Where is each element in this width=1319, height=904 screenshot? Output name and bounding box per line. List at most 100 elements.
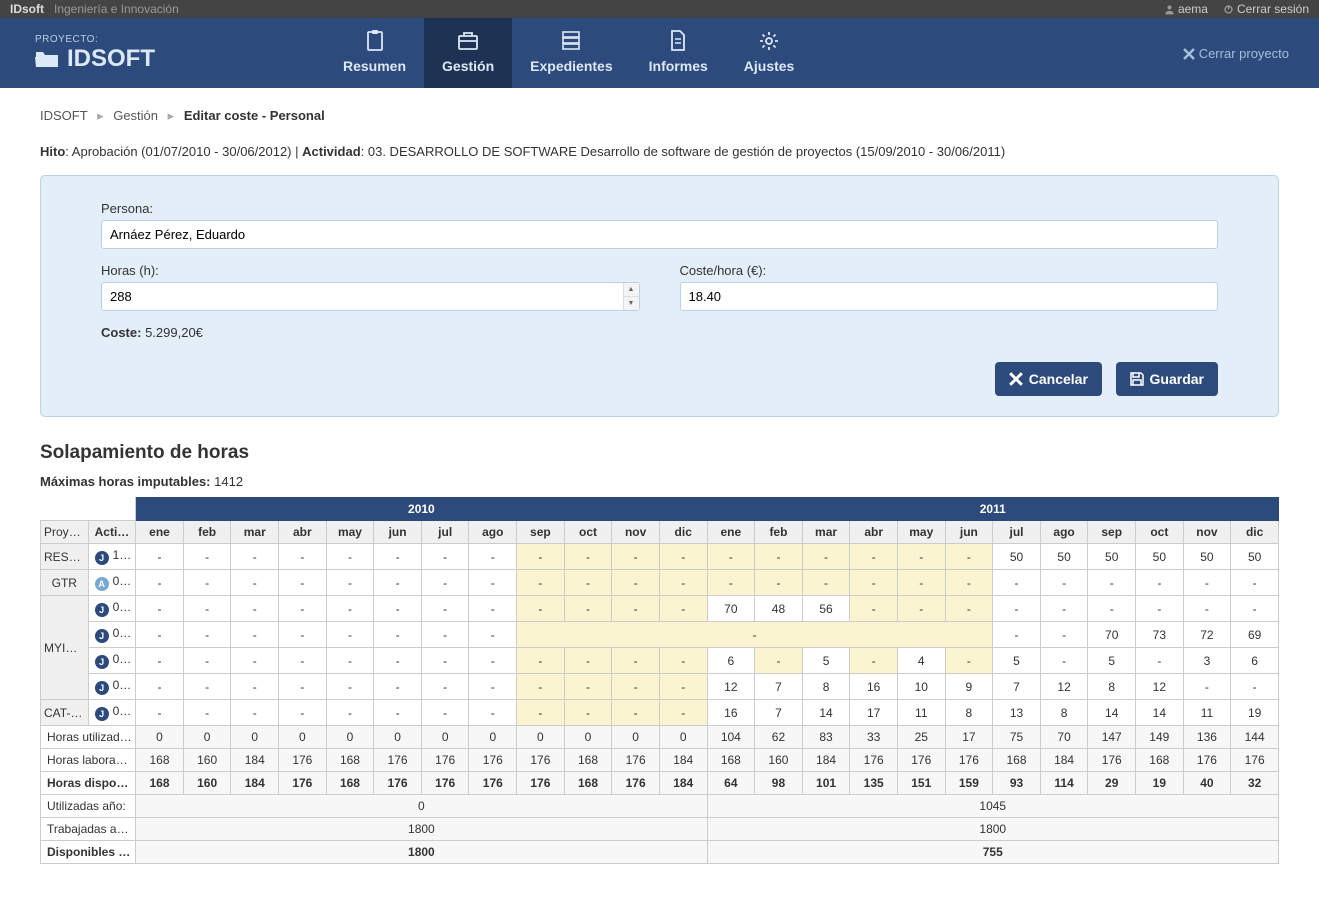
cell: - (612, 570, 660, 596)
cell: - (755, 544, 803, 570)
cell: 176 (897, 749, 945, 772)
project-title: IDSOFT (35, 45, 155, 73)
cell-project: REST D-2014 (41, 544, 89, 570)
cell: 104 (707, 726, 755, 749)
cell: - (659, 544, 707, 570)
cell: 12 (1136, 674, 1184, 700)
nav-ajustes[interactable]: Ajustes (726, 18, 813, 88)
cell-activity: J06. GESTIÓN (88, 648, 136, 674)
cell: 0 (612, 726, 660, 749)
cell: 11 (1183, 700, 1231, 726)
cell: - (136, 674, 184, 700)
cell: - (564, 570, 612, 596)
cell: 176 (374, 772, 422, 795)
cell: - (231, 622, 279, 648)
cell: - (326, 544, 374, 570)
breadcrumb-current: Editar coste - Personal (184, 108, 325, 123)
cell: - (183, 648, 231, 674)
cell: 56 (802, 596, 850, 622)
logout-link[interactable]: Cerrar sesión (1223, 2, 1309, 16)
col-month: mar (802, 521, 850, 544)
cell: - (802, 544, 850, 570)
cell: - (1231, 596, 1279, 622)
table-row: J06. GESTIÓN------------6-5-4-5-5-36 (41, 648, 1279, 674)
badge-icon: J (95, 655, 109, 669)
cell: - (517, 570, 565, 596)
year-summary-row: Utilizadas año:01045 (41, 795, 1279, 818)
cell: 98 (755, 772, 803, 795)
nav-informes[interactable]: Informes (631, 18, 726, 88)
table-row: J03. DESARR...-----------70737269 (41, 622, 1279, 648)
cell: 50 (1040, 544, 1088, 570)
cell: - (1231, 674, 1279, 700)
user-link[interactable]: aema (1164, 2, 1208, 16)
col-month: oct (564, 521, 612, 544)
breadcrumb-item[interactable]: Gestión (113, 108, 158, 123)
persona-input[interactable] (101, 220, 1218, 249)
breadcrumb-item[interactable]: IDSOFT (40, 108, 87, 123)
cell: 114 (1040, 772, 1088, 795)
cell: - (469, 544, 517, 570)
cell: 184 (231, 749, 279, 772)
save-button[interactable]: Guardar (1116, 362, 1218, 396)
cell: - (564, 544, 612, 570)
col-month: ene (707, 521, 755, 544)
cell: - (374, 596, 422, 622)
cell-project: MYID-SOFT (41, 596, 89, 700)
badge-icon: J (95, 551, 109, 565)
cell: 0 (136, 726, 184, 749)
cell: - (945, 648, 993, 674)
cell: - (755, 570, 803, 596)
cell: - (469, 570, 517, 596)
horas-input[interactable] (101, 282, 640, 311)
close-project[interactable]: Cerrar proyecto (1183, 46, 1289, 61)
cell: 184 (659, 749, 707, 772)
col-month: nov (1183, 521, 1231, 544)
cell: - (279, 622, 327, 648)
cell: - (183, 700, 231, 726)
cell: - (183, 544, 231, 570)
cell: - (945, 570, 993, 596)
cell: - (564, 674, 612, 700)
spin-down[interactable]: ▼ (624, 297, 639, 310)
cell: 160 (183, 772, 231, 795)
cell: 8 (1088, 674, 1136, 700)
spin-up[interactable]: ▲ (624, 283, 639, 297)
coste-hora-input[interactable] (680, 282, 1219, 311)
cell: 136 (1183, 726, 1231, 749)
cell: 176 (469, 749, 517, 772)
topbar: IDsoft Ingeniería e Innovación aema Cerr… (0, 0, 1319, 18)
cell: 12 (1040, 674, 1088, 700)
cell: - (231, 596, 279, 622)
cell: 176 (421, 772, 469, 795)
cell: 7 (993, 674, 1041, 700)
cell: - (326, 622, 374, 648)
year-header: 2011 (707, 498, 1278, 521)
nav-resumen[interactable]: Resumen (325, 18, 424, 88)
cell: - (850, 544, 898, 570)
cell: - (1136, 570, 1184, 596)
cell: - (326, 596, 374, 622)
summary-row: Horas laborables:16816018417616817617617… (41, 749, 1279, 772)
cell: 32 (1231, 772, 1279, 795)
cancel-button[interactable]: Cancelar (995, 362, 1102, 396)
cell: 176 (1231, 749, 1279, 772)
badge-icon: J (95, 681, 109, 695)
tagline: Ingeniería e Innovación (54, 2, 179, 16)
col-month: jun (374, 521, 422, 544)
cell: 176 (1088, 749, 1136, 772)
cell: - (183, 622, 231, 648)
col-month: ago (1040, 521, 1088, 544)
cell: - (755, 648, 803, 674)
cell: - (1088, 570, 1136, 596)
cell-activity: J01. Desarrollo ... (88, 700, 136, 726)
mainbar: PROYECTO: IDSOFT ResumenGestiónExpedient… (0, 18, 1319, 88)
nav-gestión[interactable]: Gestión (424, 18, 512, 88)
cell: - (374, 700, 422, 726)
nav-expedientes[interactable]: Expedientes (512, 18, 630, 88)
archive-icon (560, 30, 582, 52)
cell: - (231, 700, 279, 726)
year-summary-row: Disponibles año:1800755 (41, 841, 1279, 864)
cell: - (469, 622, 517, 648)
cell: - (279, 674, 327, 700)
